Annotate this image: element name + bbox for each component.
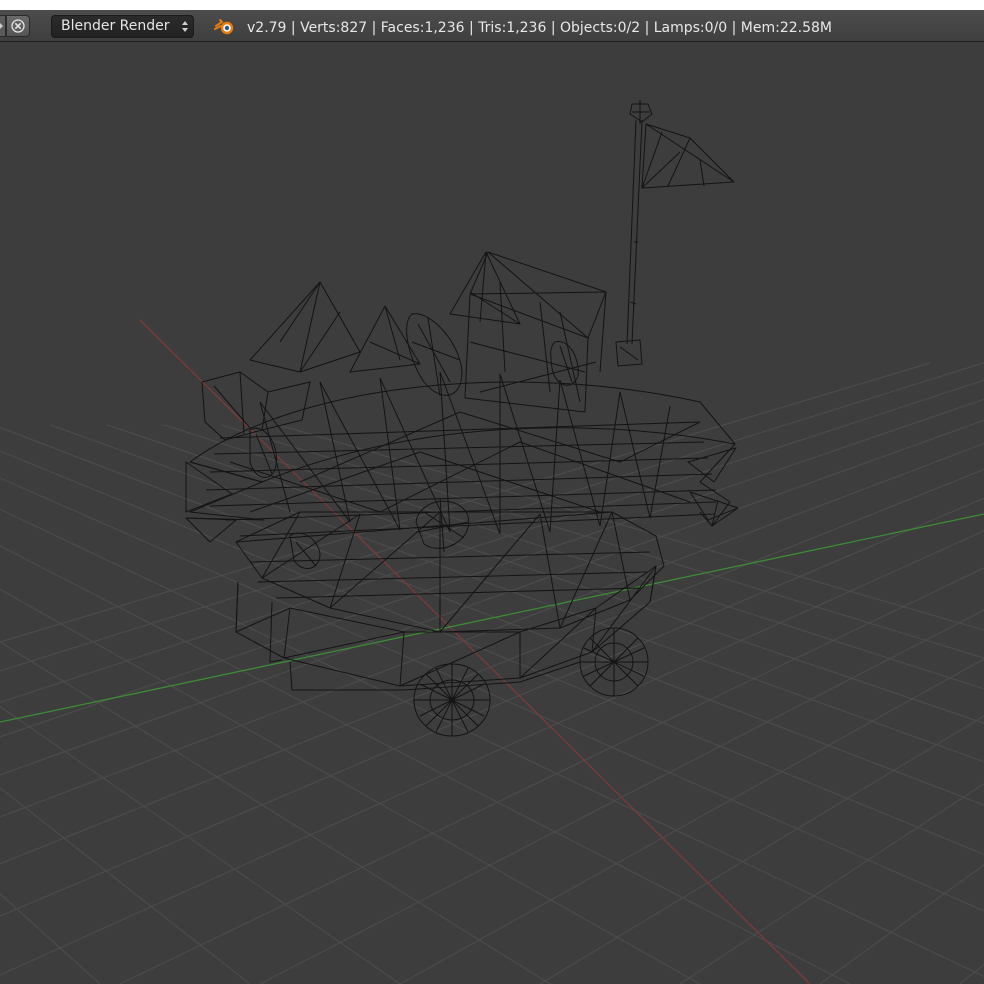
up-down-arrows-icon — [182, 21, 188, 32]
grid-line — [539, 715, 984, 984]
blender-window: Blender Render v2.79 | Verts:827 | Faces… — [0, 0, 984, 984]
grid-line — [0, 450, 984, 856]
close-icon — [11, 19, 25, 33]
grid-line — [163, 424, 984, 690]
wheel-front-left — [413, 663, 491, 737]
grid-line — [0, 426, 984, 806]
render-engine-label: Blender Render — [61, 18, 170, 34]
y-axis-line — [0, 513, 984, 723]
grid-line — [0, 477, 984, 912]
viewport-canvas — [0, 42, 984, 984]
horizon-fade — [0, 42, 984, 272]
info-header-bar: Blender Render v2.79 | Verts:827 | Faces… — [0, 10, 984, 42]
grid-line — [399, 658, 984, 984]
blender-logo-icon — [214, 19, 234, 35]
close-button[interactable] — [6, 15, 30, 37]
grid-line — [277, 424, 984, 631]
render-engine-select[interactable]: Blender Render — [51, 15, 194, 38]
3d-viewport[interactable] — [0, 42, 984, 984]
window-top-strip — [0, 0, 984, 10]
grid-line — [0, 508, 984, 978]
scene-stats: v2.79 | Verts:827 | Faces:1,236 | Tris:1… — [247, 20, 833, 36]
grid-line — [819, 864, 984, 984]
grid-line — [959, 963, 984, 984]
wheel-front-right — [579, 627, 649, 697]
